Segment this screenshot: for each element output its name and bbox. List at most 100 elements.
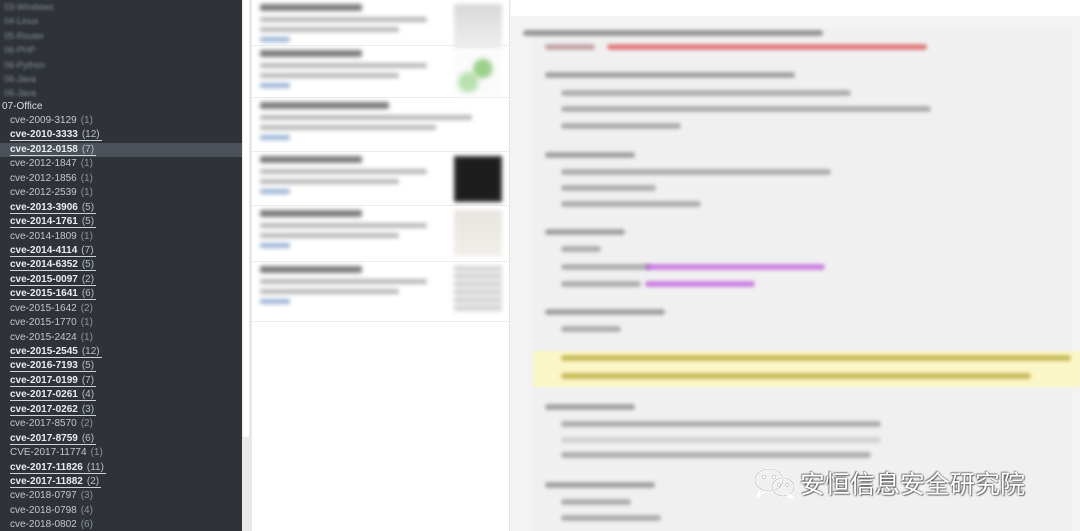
sidebar-item-text: cve-2018-0797 (3) [10,490,93,501]
note-preview [260,50,445,88]
sidebar-item[interactable]: cve-2018-0797 (3) [0,489,242,503]
note-card[interactable] [252,262,509,322]
sidebar-item-label: cve-2015-1641 [10,288,78,300]
code-line [545,44,595,50]
sidebar-item-text: cve-2017-0262 (3) [10,403,97,416]
code-line [545,482,655,488]
sidebar-item-text: cve-2017-8759 (6) [10,432,97,445]
sidebar-item-label: cve-2017-8570 [10,418,77,430]
note-card[interactable] [252,206,509,262]
note-card[interactable] [252,0,509,50]
sidebar-item-count: (1) [80,230,93,242]
sidebar-item-text: cve-2017-11826 (11) [10,461,106,474]
sidebar-item-label: cve-2015-0097 [10,273,78,285]
sidebar-item[interactable]: cve-2017-0261 (4) [0,388,242,402]
sidebar-item-text: cve-2015-1641 (6) [10,288,97,301]
sidebar-blurred-item[interactable]: 06-PHP [0,43,242,57]
sidebar-item[interactable]: cve-2018-0798 (4) [0,504,242,518]
sidebar-item-count: (3) [81,403,95,415]
sidebar-item[interactable]: cve-2017-0199 (7) [0,374,242,388]
code-line [545,72,795,78]
sidebar-item[interactable]: cve-2014-6352 (5) [0,258,242,272]
sidebar-item[interactable]: cve-2012-0158 (7) [0,142,242,158]
sidebar-item[interactable]: cve-2017-0262 (3) [0,403,242,417]
code-panel [511,0,1080,531]
sidebar-item[interactable]: cve-2018-0802 (6) [0,518,242,531]
code-line [545,404,635,410]
note-card[interactable] [252,98,509,152]
sidebar-item[interactable]: cve-2017-8570 (2) [0,417,242,431]
sidebar-item-text: cve-2017-0199 (7) [10,374,97,387]
sidebar-item[interactable]: cve-2012-1856 (1) [0,172,242,186]
sidebar-item[interactable]: cve-2016-7193 (5) [0,359,242,373]
sidebar-item-text: cve-2016-7193 (5) [10,360,97,373]
sidebar-item[interactable]: cve-2015-1770 (1) [0,316,242,330]
sidebar-item-label: cve-2012-0158 [10,143,78,155]
sidebar-blurred-item[interactable]: 06-Java [0,86,242,100]
code-header [511,0,1080,16]
note-thumbnail [454,210,502,256]
sidebar-item[interactable]: cve-2015-2424 (1) [0,331,242,345]
sidebar-item[interactable]: cve-2017-8759 (6) [0,432,242,446]
sidebar-item[interactable]: cve-2014-4114 (7) [0,244,242,258]
sidebar-item[interactable]: cve-2009-3129 (1) [0,114,242,128]
code-line [645,264,825,270]
sidebar-item-label: cve-2016-7193 [10,360,78,372]
sidebar-item-text: cve-2017-11882 (2) [10,475,102,488]
sidebar-item-text: CVE-2017-11774 (1) [10,447,103,458]
sidebar-item[interactable]: cve-2014-1761 (5) [0,215,242,229]
note-preview [260,102,495,140]
sidebar-item-count: (3) [80,490,93,502]
code-line [561,169,831,175]
sidebar-item-count: (6) [80,519,93,531]
code-line [561,246,601,252]
sidebar-item-count: (6) [81,288,95,300]
sidebar-item-label: cve-2018-0798 [10,504,77,516]
sidebar-item[interactable]: cve-2017-11882 (2) [0,475,242,489]
sidebar-item[interactable]: CVE-2017-11774 (1) [0,446,242,460]
code-line [561,373,1031,379]
sidebar-item-label: cve-2017-8759 [10,432,78,444]
note-card[interactable] [252,152,509,206]
sidebar-item-label: cve-2012-2539 [10,187,77,199]
code-line [561,123,681,129]
sidebar-blurred-item[interactable]: 03-Windows [0,0,242,14]
code-line [645,281,755,287]
sidebar-blurred-item[interactable]: 06-Python [0,58,242,72]
sidebar-item[interactable]: cve-2013-3906 (5) [0,201,242,215]
sidebar-item[interactable]: cve-2014-1809 (1) [0,230,242,244]
watermark-text: 安恒信息安全研究院 [800,470,1026,499]
wechat-icon [753,467,796,500]
code-line [561,515,661,521]
sidebar-item[interactable]: cve-2015-1641 (6) [0,287,242,301]
note-thumbnail [454,266,502,312]
code-line [561,452,871,458]
sidebar-item[interactable]: cve-2015-2545 (12) [0,345,242,359]
code-line [561,264,651,270]
sidebar-item[interactable]: cve-2015-1642 (2) [0,302,242,316]
sidebar-blurred-item[interactable]: 04-Linux [0,14,242,28]
sidebar-scrollbar-thumb[interactable] [243,0,249,437]
sidebar-item[interactable]: cve-2010-3333 (12) [0,128,242,142]
sidebar-item[interactable]: cve-2015-0097 (2) [0,273,242,287]
sidebar-item-text: cve-2012-2539 (1) [10,187,93,198]
sidebar-blurred-item[interactable]: 05-Router [0,29,242,43]
sidebar-item-count: (12) [81,346,100,357]
sidebar-item-label: cve-2017-0199 [10,374,78,386]
sidebar-item[interactable]: cve-2012-2539 (1) [0,186,242,200]
code-line [561,201,701,207]
sidebar-item-count: (2) [80,302,93,314]
sidebar-item-label: cve-2017-11882 [10,475,83,487]
sidebar-blurred-list: 03-Windows 04-Linux 05-Router 06-PHP 06-Pyth… [0,0,242,101]
sidebar-group-office[interactable]: 07-Office [2,100,42,114]
sidebar-item[interactable]: cve-2017-11826 (11) [0,461,242,475]
sidebar-item[interactable]: cve-2012-1847 (1) [0,157,242,171]
sidebar-blurred-item[interactable]: 06-Java [0,72,242,86]
sidebar-item-text: cve-2015-0097 (2) [10,273,97,286]
code-line [545,229,625,235]
note-card[interactable] [252,46,509,98]
sidebar-item-text: cve-2015-1770 (1) [10,317,93,328]
sidebar-item-text: cve-2018-0798 (4) [10,505,93,516]
sidebar: 03-Windows 04-Linux 05-Router 06-PHP 06-Pyth… [0,0,252,531]
sidebar-item-count: (1) [80,317,93,329]
